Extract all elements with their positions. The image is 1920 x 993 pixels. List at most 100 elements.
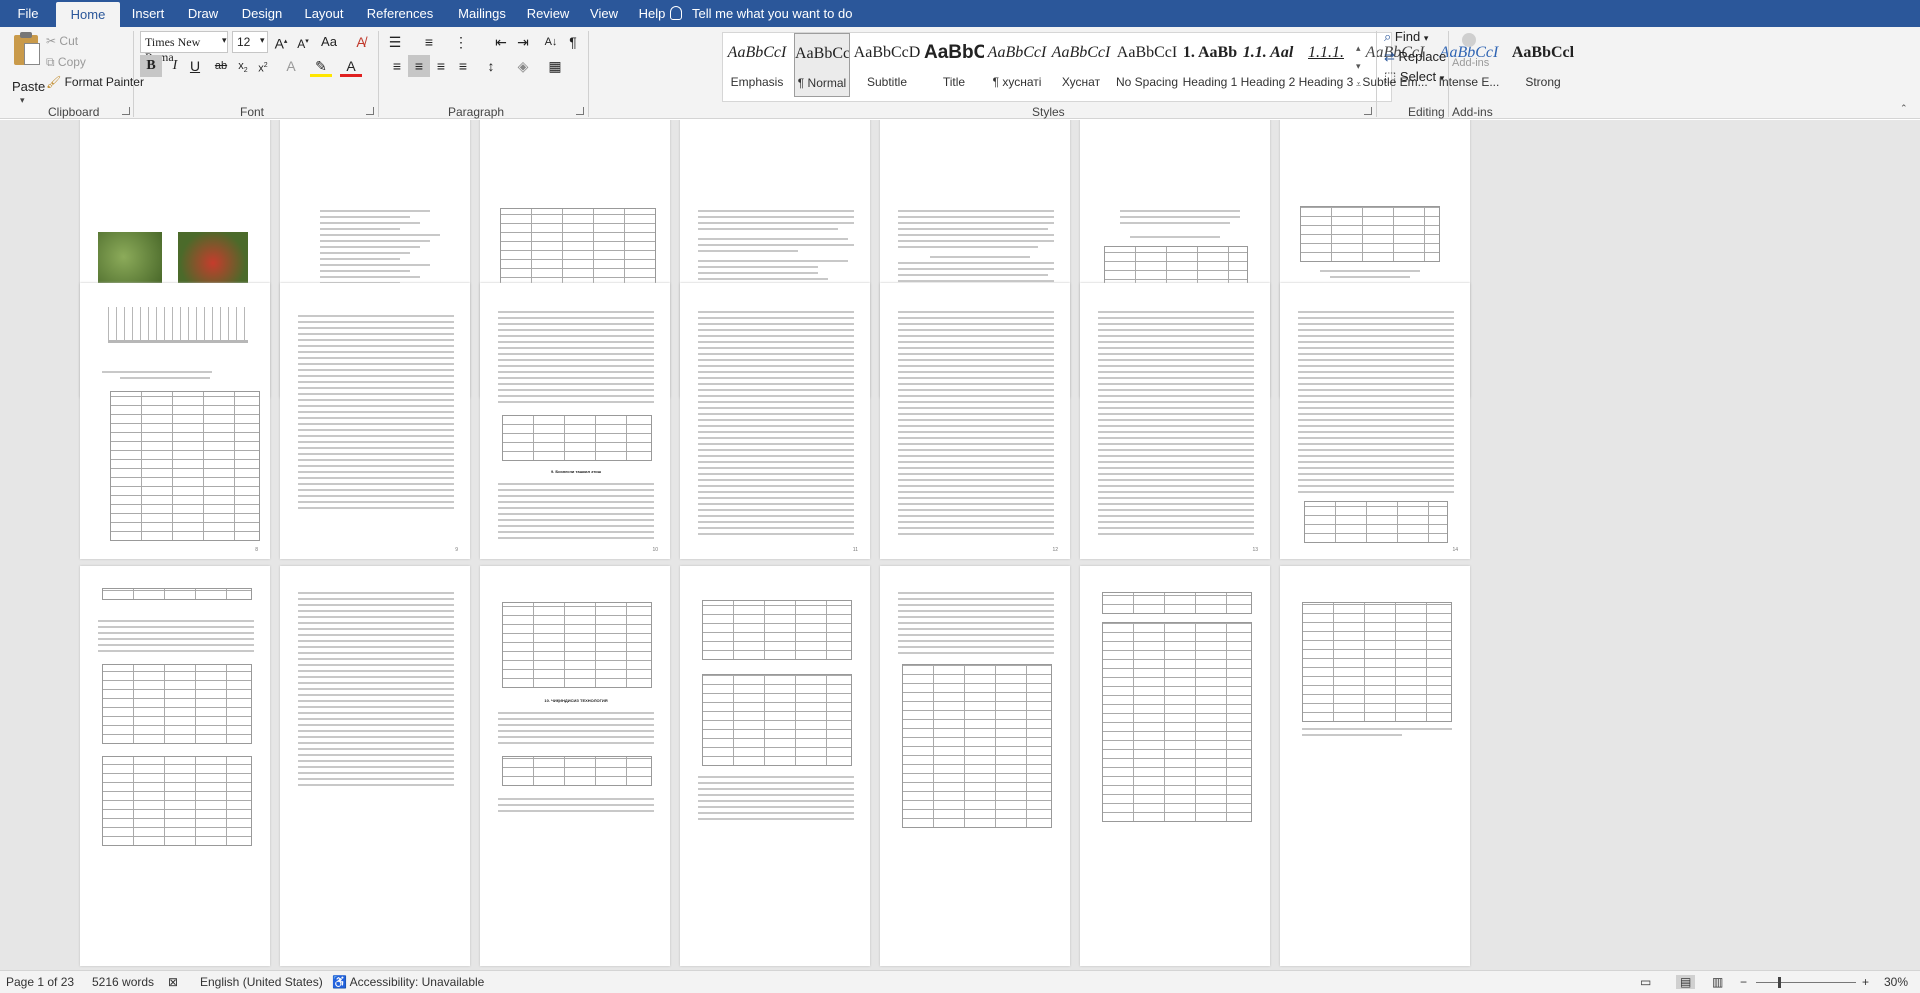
- gallery-more-icon[interactable]: ⩡: [1356, 79, 1361, 90]
- font-size-dropdown-icon[interactable]: ▾: [260, 35, 265, 46]
- document-page[interactable]: 10. ЧИҚИНДИСИЗ ТЕХНОЛОГИЯ: [480, 566, 670, 966]
- superscript-icon[interactable]: x2: [252, 55, 274, 77]
- styles-launcher-icon[interactable]: [1364, 107, 1372, 115]
- document-page[interactable]: [280, 566, 470, 966]
- replace-button[interactable]: ⇄ Replace: [1384, 49, 1446, 65]
- style-khusnati-paragraph[interactable]: AaBbCcI ¶ хуснаті: [986, 33, 1048, 97]
- proofing-icon[interactable]: ⊠: [168, 975, 178, 989]
- numbering-icon[interactable]: ≡: [418, 31, 440, 53]
- style-heading-3[interactable]: 1.1.1. Heading 3: [1298, 33, 1354, 97]
- tab-mailings[interactable]: Mailings: [450, 0, 514, 27]
- web-layout-icon[interactable]: ▥: [1712, 975, 1723, 989]
- tab-home[interactable]: Home: [56, 2, 120, 27]
- decrease-indent-icon[interactable]: ⇤: [490, 31, 512, 53]
- tab-design[interactable]: Design: [236, 0, 288, 27]
- document-page[interactable]: 11: [680, 283, 870, 559]
- tab-help[interactable]: Help: [632, 0, 672, 27]
- zoom-slider[interactable]: [1756, 982, 1856, 983]
- read-mode-icon[interactable]: ▭: [1640, 975, 1651, 989]
- document-page[interactable]: [880, 566, 1070, 966]
- cut-button[interactable]: ✂ Cut: [46, 34, 78, 48]
- document-page[interactable]: [80, 566, 270, 966]
- font-launcher-icon[interactable]: [366, 107, 374, 115]
- language-indicator[interactable]: English (United States): [200, 975, 323, 989]
- style-strong[interactable]: AaBbCcl Strong: [1508, 33, 1578, 97]
- style-subtitle[interactable]: AaBbCcD Subtitle: [852, 33, 922, 97]
- document-canvas[interactable]: БАҒ УЧУН ЕНГИЛ ПЛАН ЕТИШТИРИШ 1 2 3 4 5 …: [0, 120, 1920, 970]
- bullets-icon[interactable]: ☰: [384, 31, 406, 53]
- italic-icon[interactable]: I: [164, 55, 186, 77]
- document-page[interactable]: 12: [880, 283, 1070, 559]
- font-color-icon[interactable]: A: [340, 55, 362, 77]
- tab-draw[interactable]: Draw: [180, 0, 226, 27]
- paste-chevron-icon[interactable]: ▾: [20, 95, 25, 106]
- bold-icon[interactable]: B: [140, 55, 162, 77]
- word-count[interactable]: 5216 words: [92, 975, 154, 989]
- change-case-icon[interactable]: Aa: [318, 31, 340, 53]
- print-layout-icon[interactable]: ▤: [1676, 975, 1696, 989]
- multilevel-list-icon[interactable]: ⋮: [450, 31, 472, 53]
- gallery-scroll-down-icon[interactable]: ▾: [1356, 61, 1361, 72]
- grow-font-icon[interactable]: A▴: [270, 31, 292, 53]
- text-effects-icon[interactable]: A: [280, 55, 302, 77]
- select-button[interactable]: ⬚ Select ▾: [1384, 69, 1444, 85]
- accessibility-indicator[interactable]: ♿ Accessibility: Unavailable: [332, 975, 484, 989]
- document-page[interactable]: [1080, 566, 1270, 966]
- paragraph-launcher-icon[interactable]: [576, 107, 584, 115]
- page-counter[interactable]: Page 1 of 23: [6, 975, 74, 989]
- document-page[interactable]: 14: [1280, 283, 1470, 559]
- increase-indent-icon[interactable]: ⇥: [512, 31, 534, 53]
- sort-icon[interactable]: A↓: [540, 31, 562, 53]
- style-heading-1[interactable]: 1. AaBb Heading 1: [1182, 33, 1238, 97]
- align-left-icon[interactable]: ≡: [386, 55, 408, 77]
- align-right-icon[interactable]: ≡: [430, 55, 452, 77]
- document-page[interactable]: 13: [1080, 283, 1270, 559]
- paste-icon[interactable]: [12, 31, 42, 67]
- tab-insert[interactable]: Insert: [123, 0, 173, 27]
- style-heading-2[interactable]: 1.1. Aal Heading 2: [1240, 33, 1296, 97]
- justify-icon[interactable]: ≡: [452, 55, 474, 77]
- zoom-in-icon[interactable]: +: [1862, 975, 1869, 989]
- find-button[interactable]: ⌕ Find ▾: [1384, 29, 1428, 45]
- copy-button[interactable]: ⧉ Copy: [46, 55, 86, 70]
- document-page[interactable]: 9: [280, 283, 470, 559]
- addins-button[interactable]: Add-ins: [1452, 57, 1489, 69]
- tab-file[interactable]: File: [0, 0, 56, 27]
- tab-view[interactable]: View: [584, 0, 624, 27]
- clear-formatting-icon[interactable]: A̸: [350, 31, 372, 53]
- document-page[interactable]: [1280, 566, 1470, 966]
- style-normal[interactable]: AaBbCcI ¶ Normal: [794, 33, 850, 97]
- borders-icon[interactable]: ▦: [544, 55, 566, 77]
- tab-review[interactable]: Review: [522, 0, 574, 27]
- tell-me-search[interactable]: Tell me what you want to do: [670, 0, 852, 27]
- highlight-icon[interactable]: ✎: [310, 55, 332, 77]
- shrink-font-icon[interactable]: A▾: [292, 31, 314, 53]
- underline-icon[interactable]: U: [184, 55, 206, 77]
- collapse-ribbon-icon[interactable]: ⌃: [1900, 103, 1908, 114]
- addins-icon[interactable]: [1462, 33, 1476, 47]
- font-name-input[interactable]: Times New Roma: [140, 31, 228, 64]
- style-khusnat[interactable]: AaBbCcI Хуснат: [1050, 33, 1112, 97]
- clipboard-launcher-icon[interactable]: [122, 107, 130, 115]
- document-page[interactable]: 9. Бизнесни ташкил этиш 10: [480, 283, 670, 559]
- document-page[interactable]: 8: [80, 283, 270, 559]
- paste-button[interactable]: Paste: [12, 79, 45, 94]
- tab-layout[interactable]: Layout: [298, 0, 350, 27]
- align-center-icon[interactable]: ≡: [408, 55, 430, 77]
- gallery-scroll-up-icon[interactable]: ▴: [1356, 43, 1361, 54]
- tab-references[interactable]: References: [360, 0, 440, 27]
- shading-icon[interactable]: ◈: [512, 55, 534, 77]
- strikethrough-icon[interactable]: ab: [210, 55, 232, 77]
- zoom-slider-thumb[interactable]: [1778, 977, 1781, 988]
- style-emphasis[interactable]: AaBbCcI Emphasis: [722, 33, 792, 97]
- style-no-spacing[interactable]: AaBbCcI No Spacing: [1114, 33, 1180, 97]
- line-spacing-icon[interactable]: ↕: [480, 55, 502, 77]
- format-painter-button[interactable]: 🖌 Format Painter: [46, 75, 144, 89]
- subscript-icon[interactable]: x2: [232, 55, 254, 77]
- show-formatting-icon[interactable]: ¶: [562, 31, 584, 53]
- style-title[interactable]: AaBbC Title: [924, 33, 984, 97]
- zoom-out-icon[interactable]: −: [1740, 975, 1747, 989]
- document-page[interactable]: [680, 566, 870, 966]
- font-name-dropdown-icon[interactable]: ▾: [222, 35, 227, 46]
- zoom-level[interactable]: 30%: [1884, 975, 1908, 989]
